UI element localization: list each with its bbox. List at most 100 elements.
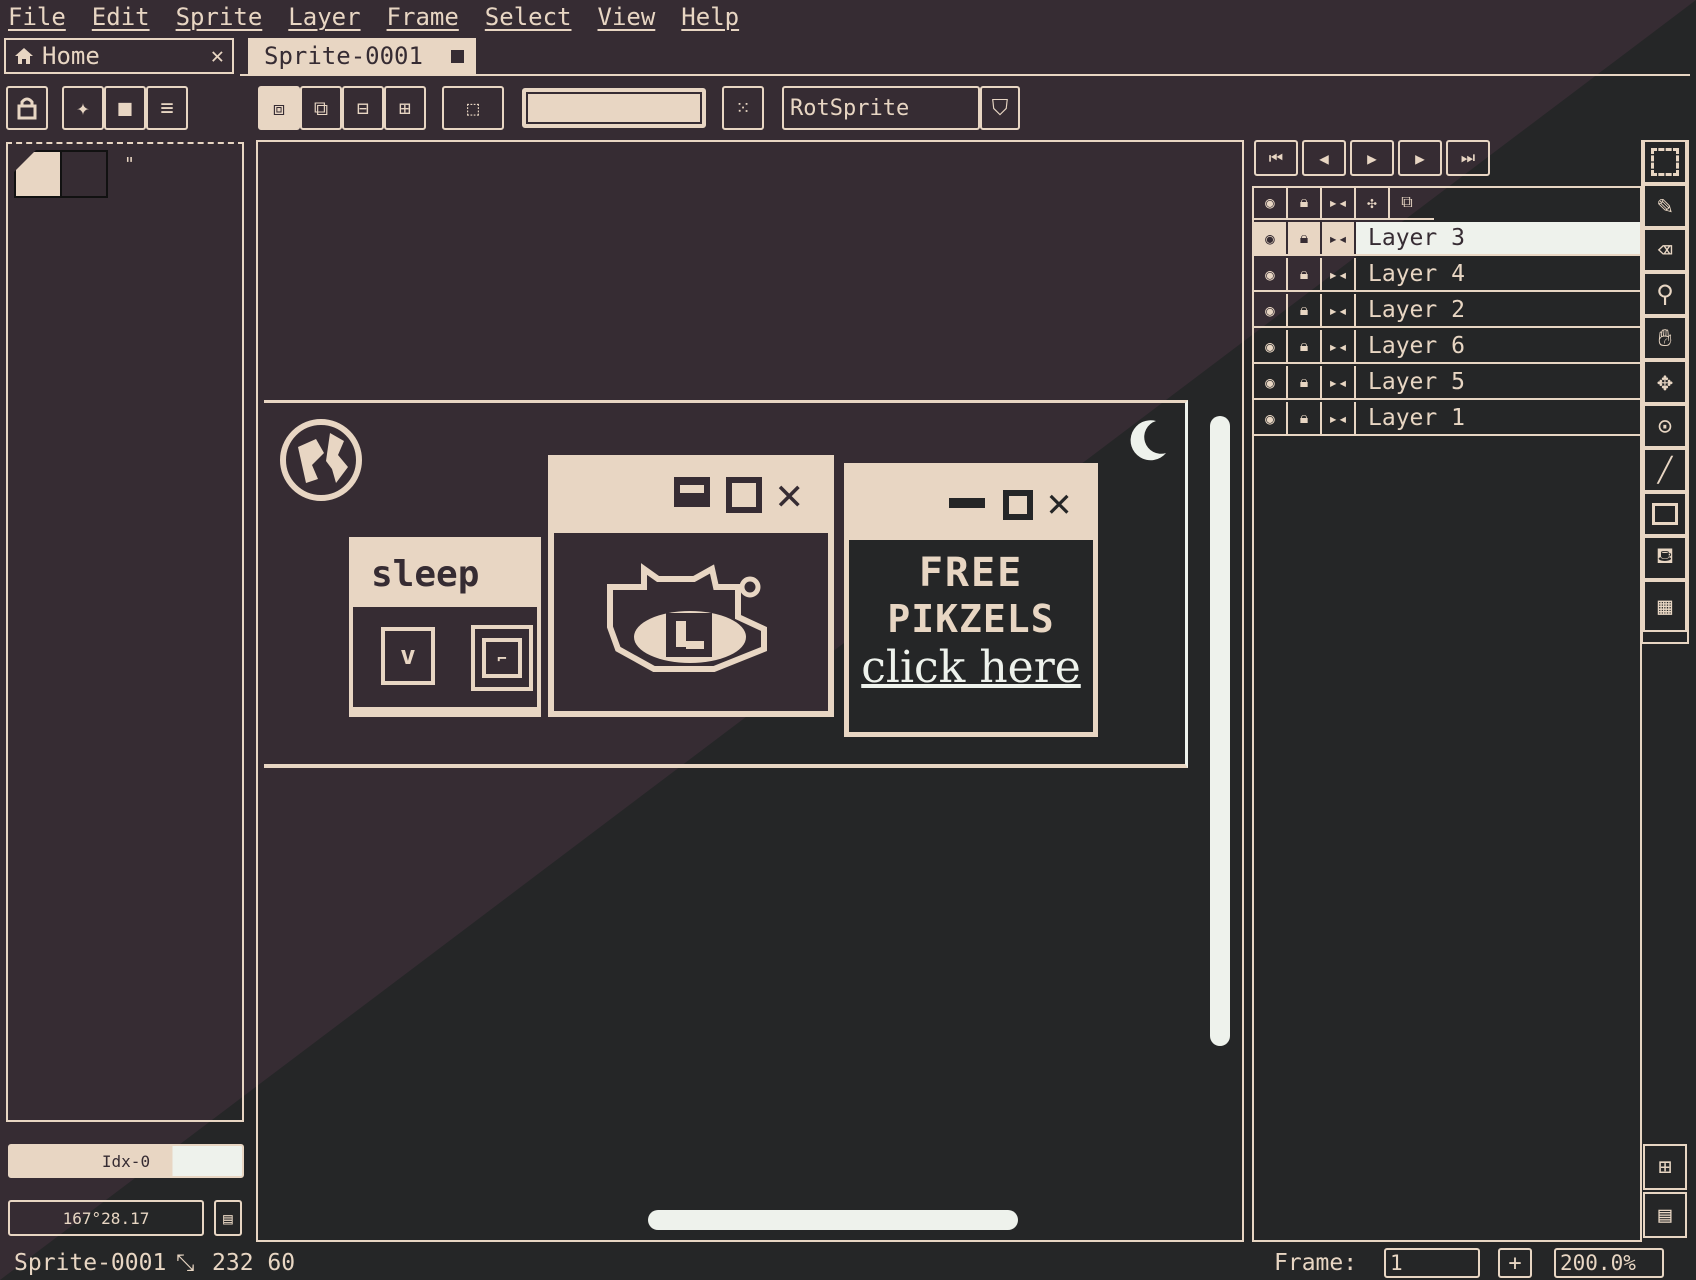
previous-frame-button[interactable]: ◀ (1302, 140, 1346, 176)
palette-swatch-0-corner (14, 150, 36, 172)
add-frame-button[interactable]: + (1498, 1248, 1532, 1278)
layer-row[interactable]: ◉ 🔒︎ ▸◂ Layer 5 (1254, 366, 1640, 400)
ad-line-1: FREE (918, 550, 1024, 596)
cat-eye-icon (607, 563, 767, 672)
layer-row[interactable]: ◉ 🔒︎ ▸◂ Layer 4 (1254, 258, 1640, 292)
layer-continuous-icon[interactable]: ▸◂ (1322, 330, 1356, 362)
onion-skin-icon[interactable]: ✣ (1356, 186, 1390, 218)
layer-visibility-eye-icon[interactable]: ◉ (1254, 222, 1288, 254)
step-forward-icon: ▶ (1415, 148, 1425, 168)
eyedropper-tool[interactable]: ⚲ (1643, 272, 1687, 316)
selection-intersect-icon: ⊞ (398, 96, 412, 120)
menu-layer[interactable]: Layer (288, 3, 360, 31)
layer-visibility-eye-icon[interactable]: ◉ (1254, 402, 1288, 434)
lock-palette-button[interactable] (6, 86, 48, 130)
skip-back-icon: ⏮ (1268, 148, 1284, 167)
tab-home[interactable]: Home ✕ (4, 38, 234, 74)
menu-help[interactable]: Help (681, 3, 739, 31)
film-icon: ▤ (1658, 1202, 1672, 1228)
layer-continuous-icon[interactable]: ▸◂ (1322, 258, 1356, 290)
menu-sprite[interactable]: Sprite (176, 3, 263, 31)
eraser-icon: ⌫ (1657, 236, 1673, 264)
layer-lock-icon[interactable]: 🔒︎ (1288, 222, 1322, 254)
skip-forward-icon: ⏭ (1460, 148, 1476, 167)
unsaved-indicator-icon (451, 49, 464, 63)
layer-lock-icon[interactable]: 🔒︎ (1288, 330, 1322, 362)
layer-lock-icon[interactable]: 🔒︎ (1288, 402, 1322, 434)
lock-icon[interactable]: 🔒︎ (1288, 186, 1322, 218)
color-mode-button[interactable]: ▤ (214, 1200, 242, 1236)
layer-visibility-eye-icon[interactable]: ◉ (1254, 330, 1288, 362)
close-icon[interactable]: ✕ (211, 44, 224, 69)
link-cels-icon[interactable]: ⧉ (1390, 186, 1424, 218)
tab-sprite[interactable]: Sprite-0001 (248, 38, 476, 74)
hand-tool[interactable]: ✋︎ (1643, 316, 1687, 360)
pencil-tool[interactable]: ✎ (1643, 184, 1687, 228)
selection-add-button[interactable]: ⧉ (300, 86, 342, 130)
menu-file[interactable]: File (8, 3, 66, 31)
menu-view[interactable]: View (598, 3, 656, 31)
layer-row[interactable]: ◉ 🔒︎ ▸◂ Layer 1 (1254, 402, 1640, 436)
layer-lock-icon[interactable]: 🔒︎ (1288, 258, 1322, 290)
rotation-algorithm-dropdown-button[interactable]: ⛉ (980, 86, 1020, 130)
eye-icon[interactable]: ◉ (1254, 186, 1288, 218)
layer-row[interactable]: ◉ 🔒︎ ▸◂ Layer 2 (1254, 294, 1640, 328)
canvas-vertical-scrollbar[interactable] (1210, 416, 1230, 1046)
frame-input-value: 1 (1390, 1251, 1403, 1275)
layer-lock-icon[interactable]: 🔒︎ (1288, 366, 1322, 398)
minimize-icon (674, 477, 710, 507)
chevron-down-icon: ⛉ (991, 95, 1009, 121)
pencil-icon: ✎ (1657, 191, 1673, 221)
zoom-tool[interactable]: ⊙ (1643, 404, 1687, 448)
layer-visibility-eye-icon[interactable]: ◉ (1254, 366, 1288, 398)
last-frame-button[interactable]: ⏭ (1446, 140, 1490, 176)
selection-subtract-button[interactable]: ⊟ (342, 86, 384, 130)
layer-continuous-icon[interactable]: ▸◂ (1322, 222, 1356, 254)
new-frame-button[interactable]: ⊞ (1643, 1144, 1687, 1190)
move-tool[interactable]: ✥ (1643, 360, 1687, 404)
frame-list-button[interactable]: ▤ (1643, 1192, 1687, 1238)
palette-menu-button[interactable]: ≡ (146, 86, 188, 130)
layer-name: Layer 2 (1368, 297, 1465, 323)
layer-row[interactable]: ◉ 🔒︎ ▸◂ Layer 3 (1254, 222, 1640, 256)
layer-row[interactable]: ◉ 🔒︎ ▸◂ Layer 6 (1254, 330, 1640, 364)
menu-select[interactable]: Select (485, 3, 572, 31)
next-frame-button[interactable]: ▶ (1398, 140, 1442, 176)
ad-link[interactable]: click here (849, 642, 1093, 694)
fill-tool[interactable]: ⛾ (1643, 536, 1687, 580)
layer-continuous-icon[interactable]: ▸◂ (1322, 402, 1356, 434)
eye-window: ✕ (548, 455, 834, 717)
selection-intersect-button[interactable]: ⊞ (384, 86, 426, 130)
pivot-button[interactable]: ⁙ (722, 86, 764, 130)
zoom-input[interactable]: 200.0% (1554, 1248, 1664, 1278)
frame-input[interactable]: 1 (1384, 1248, 1480, 1278)
plus-icon: + (1508, 1250, 1522, 1276)
layer-lock-icon[interactable]: 🔒︎ (1288, 294, 1322, 326)
rectangle-tool[interactable] (1643, 492, 1687, 536)
continuous-icon[interactable]: ▸◂ (1322, 186, 1356, 218)
layer-continuous-icon[interactable]: ▸◂ (1322, 294, 1356, 326)
eraser-tool[interactable]: ⌫ (1643, 228, 1687, 272)
menu-edit[interactable]: Edit (92, 3, 150, 31)
play-button[interactable]: ▶ (1350, 140, 1394, 176)
selection-replace-button[interactable]: ⧈ (258, 86, 300, 130)
transparent-color-swatch[interactable] (522, 88, 706, 128)
line-tool[interactable]: ╱ (1643, 448, 1687, 492)
first-frame-button[interactable]: ⏮ (1254, 140, 1298, 176)
add-color-button[interactable]: ✦ (62, 86, 104, 130)
menu-frame[interactable]: Frame (387, 3, 459, 31)
color-value-field[interactable]: 167°28.17 (8, 1200, 204, 1236)
layer-visibility-eye-icon[interactable]: ◉ (1254, 294, 1288, 326)
layer-visibility-eye-icon[interactable]: ◉ (1254, 258, 1288, 290)
canvas-horizontal-scrollbar[interactable] (648, 1210, 1018, 1230)
sprite-canvas[interactable]: sleep v ⌐ ✕ ✕ FREE PIKZELS click here (264, 400, 1188, 768)
rotation-algorithm-select[interactable]: RotSprite (782, 86, 980, 130)
transparent-color-button[interactable]: ⬚ (442, 86, 504, 130)
gradient-tool[interactable]: ▦ (1643, 580, 1687, 632)
palette-options-button[interactable]: ■ (104, 86, 146, 130)
color-index-field[interactable]: Idx-0 (8, 1144, 244, 1178)
lock-icon (17, 97, 37, 120)
layer-continuous-icon[interactable]: ▸◂ (1322, 366, 1356, 398)
palette-swatch-1[interactable] (60, 150, 108, 198)
marquee-tool[interactable] (1643, 140, 1687, 184)
